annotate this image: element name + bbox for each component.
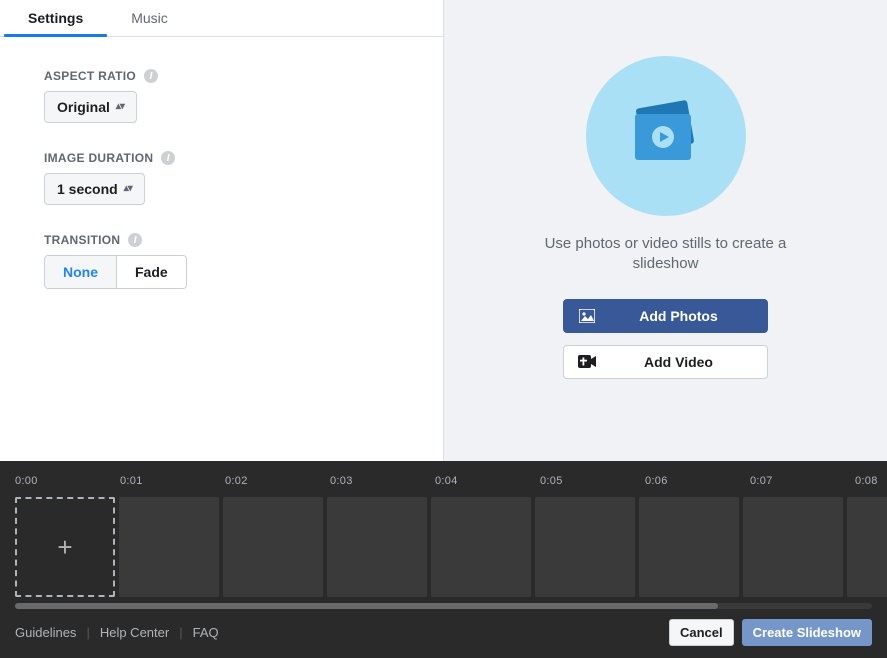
- timeline: 0:00 0:01 0:02 0:03 0:04 0:05 0:06 0:07 …: [0, 461, 887, 658]
- timeline-frame[interactable]: [431, 497, 531, 597]
- faq-link[interactable]: FAQ: [193, 625, 219, 640]
- create-slideshow-button[interactable]: Create Slideshow: [742, 619, 872, 646]
- add-frame-button[interactable]: +: [15, 497, 115, 597]
- footer-links: Guidelines | Help Center | FAQ: [15, 625, 219, 640]
- slideshow-illustration: [586, 56, 746, 216]
- timeline-frame[interactable]: [535, 497, 635, 597]
- field-aspect-ratio: ASPECT RATIO i Original ▴▾: [44, 69, 399, 123]
- timeline-frame[interactable]: [847, 497, 887, 597]
- aspect-ratio-select[interactable]: Original ▴▾: [44, 91, 137, 123]
- settings-panel: Settings Music ASPECT RATIO i Original ▴…: [0, 0, 444, 461]
- time-tick: 0:06: [645, 475, 750, 487]
- timeline-frame[interactable]: [119, 497, 219, 597]
- chevron-updown-icon: ▴▾: [124, 184, 132, 194]
- time-tick: 0:01: [120, 475, 225, 487]
- time-tick: 0:00: [15, 475, 120, 487]
- chevron-updown-icon: ▴▾: [116, 102, 124, 112]
- field-transition: TRANSITION i None Fade: [44, 233, 399, 289]
- aspect-ratio-value: Original: [57, 99, 110, 115]
- transition-segment: None Fade: [44, 255, 187, 289]
- timeline-frame[interactable]: [223, 497, 323, 597]
- add-photos-button[interactable]: Add Photos: [563, 299, 768, 333]
- timeline-frame[interactable]: [743, 497, 843, 597]
- add-video-button[interactable]: Add Video: [563, 345, 768, 379]
- tab-settings[interactable]: Settings: [4, 0, 107, 36]
- time-tick: 0:04: [435, 475, 540, 487]
- preview-subtitle: Use photos or video stills to create a s…: [526, 234, 806, 275]
- timeline-frame[interactable]: [639, 497, 739, 597]
- tab-music[interactable]: Music: [107, 0, 192, 36]
- divider: |: [86, 625, 89, 640]
- photos-icon: [621, 96, 711, 176]
- image-duration-select[interactable]: 1 second ▴▾: [44, 173, 145, 205]
- guidelines-link[interactable]: Guidelines: [15, 625, 76, 640]
- time-ruler: 0:00 0:01 0:02 0:03 0:04 0:05 0:06 0:07 …: [0, 461, 887, 491]
- add-video-label: Add Video: [604, 354, 753, 370]
- transition-fade-button[interactable]: Fade: [116, 256, 186, 288]
- plus-icon: +: [57, 534, 72, 560]
- photo-icon: [578, 309, 596, 323]
- timeline-scrollbar[interactable]: [15, 603, 872, 609]
- time-tick: 0:08: [855, 475, 878, 487]
- add-photos-label: Add Photos: [604, 308, 753, 324]
- video-icon: [578, 355, 596, 368]
- transition-label: TRANSITION: [44, 233, 120, 247]
- info-icon[interactable]: i: [144, 69, 158, 83]
- divider: |: [179, 625, 182, 640]
- help-center-link[interactable]: Help Center: [100, 625, 169, 640]
- time-tick: 0:07: [750, 475, 855, 487]
- image-duration-label: IMAGE DURATION: [44, 151, 153, 165]
- info-icon[interactable]: i: [128, 233, 142, 247]
- image-duration-value: 1 second: [57, 181, 118, 197]
- time-tick: 0:02: [225, 475, 330, 487]
- tabs: Settings Music: [0, 0, 443, 37]
- transition-none-button[interactable]: None: [45, 256, 116, 288]
- cancel-button[interactable]: Cancel: [669, 619, 734, 646]
- frame-strip: +: [0, 491, 887, 601]
- timeline-frame[interactable]: [327, 497, 427, 597]
- scrollbar-thumb[interactable]: [15, 603, 718, 609]
- time-tick: 0:03: [330, 475, 435, 487]
- preview-panel: Use photos or video stills to create a s…: [444, 0, 887, 461]
- aspect-ratio-label: ASPECT RATIO: [44, 69, 136, 83]
- field-image-duration: IMAGE DURATION i 1 second ▴▾: [44, 151, 399, 205]
- info-icon[interactable]: i: [161, 151, 175, 165]
- time-tick: 0:05: [540, 475, 645, 487]
